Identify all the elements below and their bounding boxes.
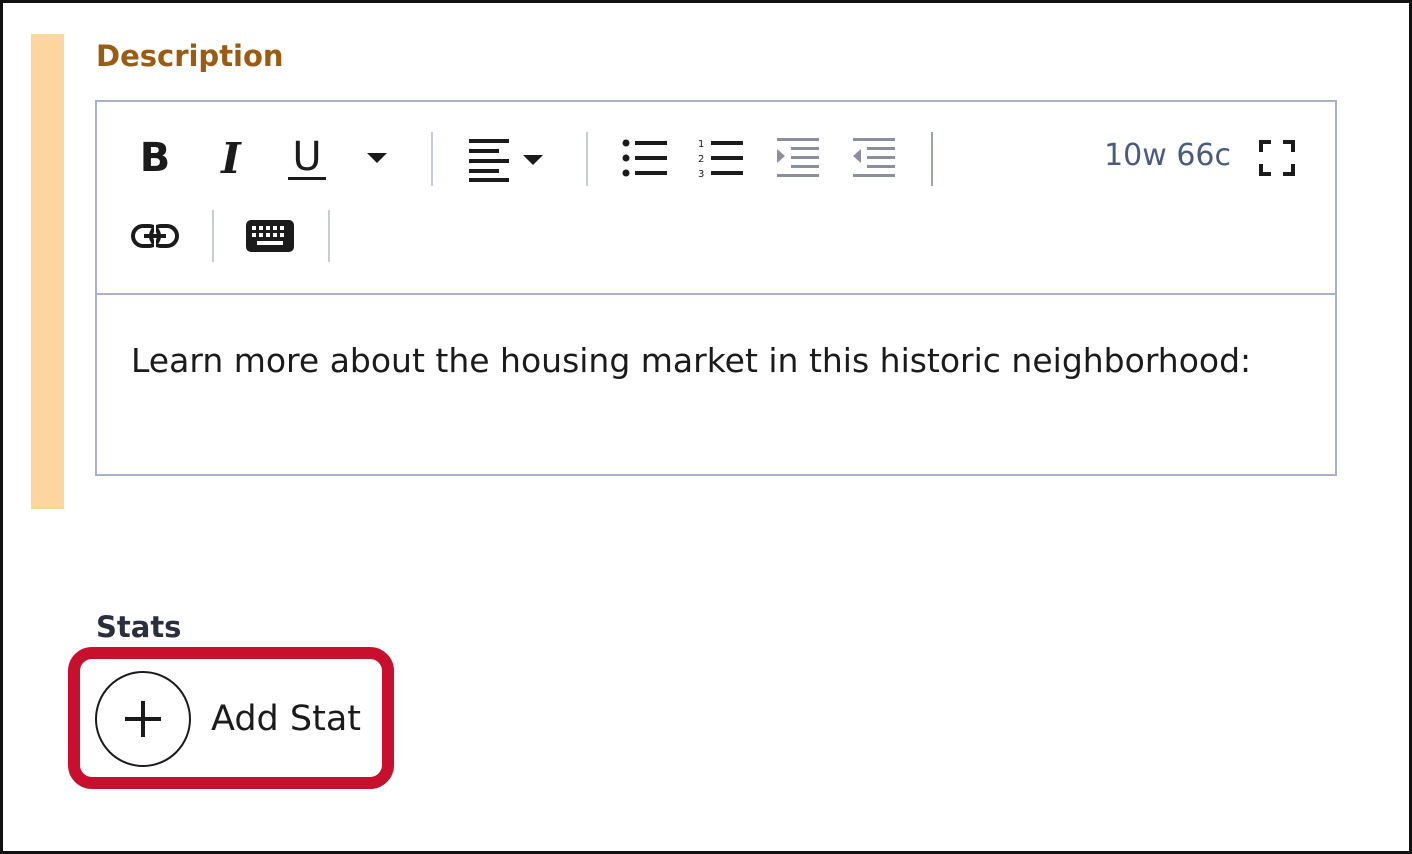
stats-label: Stats xyxy=(96,610,182,644)
indent-button[interactable] xyxy=(769,132,825,184)
svg-text:3: 3 xyxy=(698,169,704,180)
section-accent-bar xyxy=(31,34,64,509)
screenshot-frame: Description B I U 1 2 3 10w 66c Learn mo… xyxy=(0,0,1412,854)
keyboard-icon xyxy=(246,220,294,252)
editor-content[interactable]: Learn more about the housing market in t… xyxy=(131,332,1301,389)
bullet-list-icon xyxy=(622,139,667,177)
toolbar-separator xyxy=(586,132,588,186)
keyboard-shortcuts-button[interactable] xyxy=(242,212,298,260)
svg-text:2: 2 xyxy=(698,154,704,165)
fullscreen-icon xyxy=(1259,140,1295,176)
editor-toolbar: B I U 1 2 3 10w 66c xyxy=(97,102,1335,295)
underline-button[interactable]: U xyxy=(279,130,335,186)
word-count: 10w 66c xyxy=(1104,138,1231,173)
toolbar-separator xyxy=(931,132,933,186)
indent-icon xyxy=(777,138,819,177)
align-left-icon xyxy=(469,139,543,182)
outdent-button[interactable] xyxy=(845,132,901,184)
link-button[interactable] xyxy=(127,212,183,260)
toolbar-separator xyxy=(328,210,330,262)
italic-icon: I xyxy=(221,133,241,183)
toolbar-separator xyxy=(212,210,214,262)
bold-button[interactable]: B xyxy=(129,132,181,184)
align-dropdown[interactable] xyxy=(463,132,553,186)
rich-text-editor: B I U 1 2 3 10w 66c Learn more about the… xyxy=(95,100,1337,476)
underline-icon: U xyxy=(288,137,326,180)
chevron-down-icon xyxy=(367,153,387,163)
outdent-icon xyxy=(853,138,895,177)
link-icon xyxy=(131,223,179,249)
bold-icon: B xyxy=(139,135,171,181)
numbered-list-button[interactable]: 1 2 3 xyxy=(693,132,749,184)
italic-button[interactable]: I xyxy=(205,132,257,184)
add-circle xyxy=(95,670,191,767)
numbered-list-icon: 1 2 3 xyxy=(698,139,743,180)
description-label: Description xyxy=(96,39,284,73)
add-stat-button[interactable]: Add Stat xyxy=(95,670,375,767)
plus-icon xyxy=(125,700,161,737)
svg-text:1: 1 xyxy=(698,139,704,150)
fullscreen-button[interactable] xyxy=(1255,136,1299,180)
add-stat-label: Add Stat xyxy=(211,698,361,739)
bullet-list-button[interactable] xyxy=(617,132,673,184)
more-formatting-dropdown[interactable] xyxy=(359,140,395,176)
toolbar-separator xyxy=(431,132,433,186)
